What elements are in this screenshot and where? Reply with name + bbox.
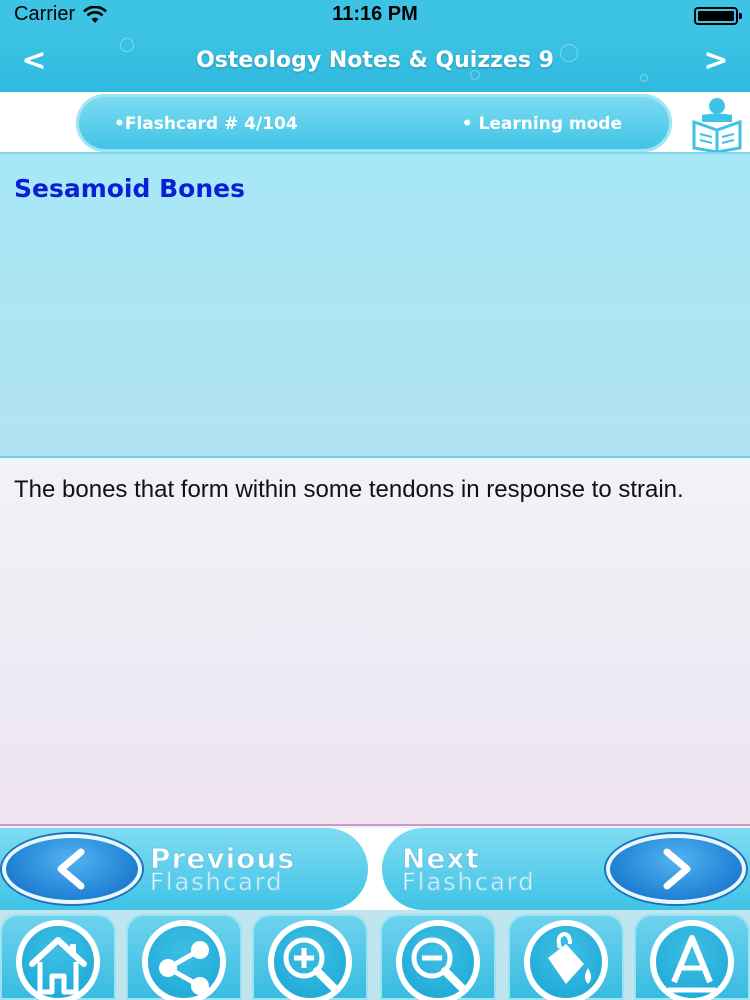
paint-bucket-icon (548, 931, 591, 984)
status-bar: Carrier 11:16 PM (0, 0, 750, 30)
home-icon (29, 937, 87, 995)
zoom-out-icon (411, 937, 466, 992)
next-sublabel: Flashcard (401, 868, 536, 897)
battery-fill (698, 11, 734, 21)
previous-sublabel: Flashcard (149, 868, 284, 897)
chevron-right-icon (606, 834, 746, 904)
status-time: 11:16 PM (332, 3, 418, 25)
info-pill: •Flashcard # 4/104 • Learning mode (76, 94, 672, 152)
zoom-in-button[interactable] (252, 914, 368, 1000)
page-title: Osteology Notes & Quizzes 9 (196, 48, 554, 73)
font-icon (668, 935, 716, 993)
flashcard-counter: •Flashcard # 4/104 (114, 114, 298, 134)
decorative-bubble (640, 74, 648, 82)
zoom-in-icon (283, 937, 338, 992)
nav-bar: < Osteology Notes & Quizzes 9 > (0, 30, 750, 92)
chevron-left-icon (2, 834, 142, 904)
zoom-out-button[interactable] (380, 914, 496, 1000)
nav-forward-button[interactable]: > (696, 42, 736, 82)
info-band: •Flashcard # 4/104 • Learning mode (0, 92, 750, 154)
chevron-right-glyph (663, 848, 691, 890)
next-flashcard-button[interactable]: Next Flashcard (382, 828, 750, 910)
book-reader-icon[interactable] (688, 94, 746, 152)
chevron-left-glyph (57, 848, 85, 890)
mode-label: • Learning mode (461, 114, 622, 134)
flashcard-navigation: Previous Flashcard Next Flashcard (0, 828, 750, 910)
answer-text: The bones that form within some tendons … (14, 476, 684, 503)
bottom-toolbar (0, 910, 750, 1000)
font-button[interactable] (634, 914, 750, 1000)
home-button[interactable] (0, 914, 116, 1000)
answer-panel: The bones that form within some tendons … (0, 460, 750, 826)
paint-bucket-button[interactable] (508, 914, 624, 1000)
share-button[interactable] (126, 914, 242, 1000)
question-panel: Sesamoid Bones (0, 154, 750, 458)
question-title: Sesamoid Bones (14, 174, 245, 203)
battery-icon (694, 7, 742, 25)
previous-flashcard-button[interactable]: Previous Flashcard (0, 828, 368, 910)
share-icon (159, 941, 209, 995)
